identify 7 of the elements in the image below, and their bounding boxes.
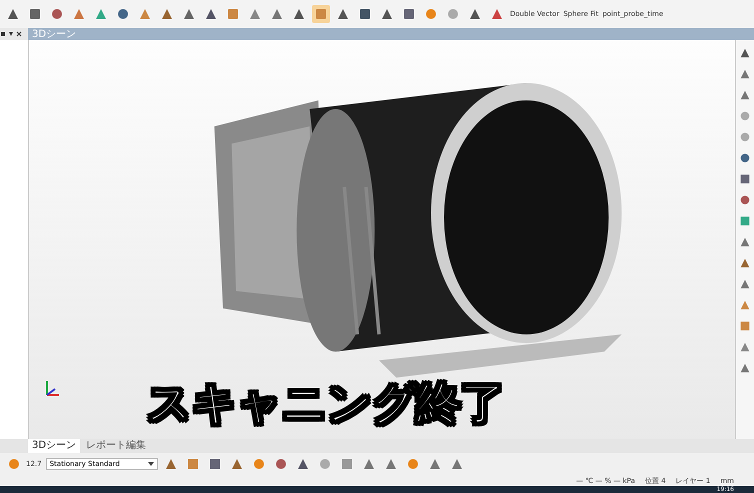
panel-controls-icon[interactable] (0, 31, 22, 37)
circle-icon[interactable] (738, 130, 752, 144)
view-tab[interactable]: 3Dシーン (28, 439, 80, 453)
circle-icon[interactable] (738, 109, 752, 123)
caption-text: スキャニング終了 (147, 377, 505, 431)
caret-icon (148, 462, 154, 466)
panel-title: 3Dシーン (31, 28, 76, 41)
